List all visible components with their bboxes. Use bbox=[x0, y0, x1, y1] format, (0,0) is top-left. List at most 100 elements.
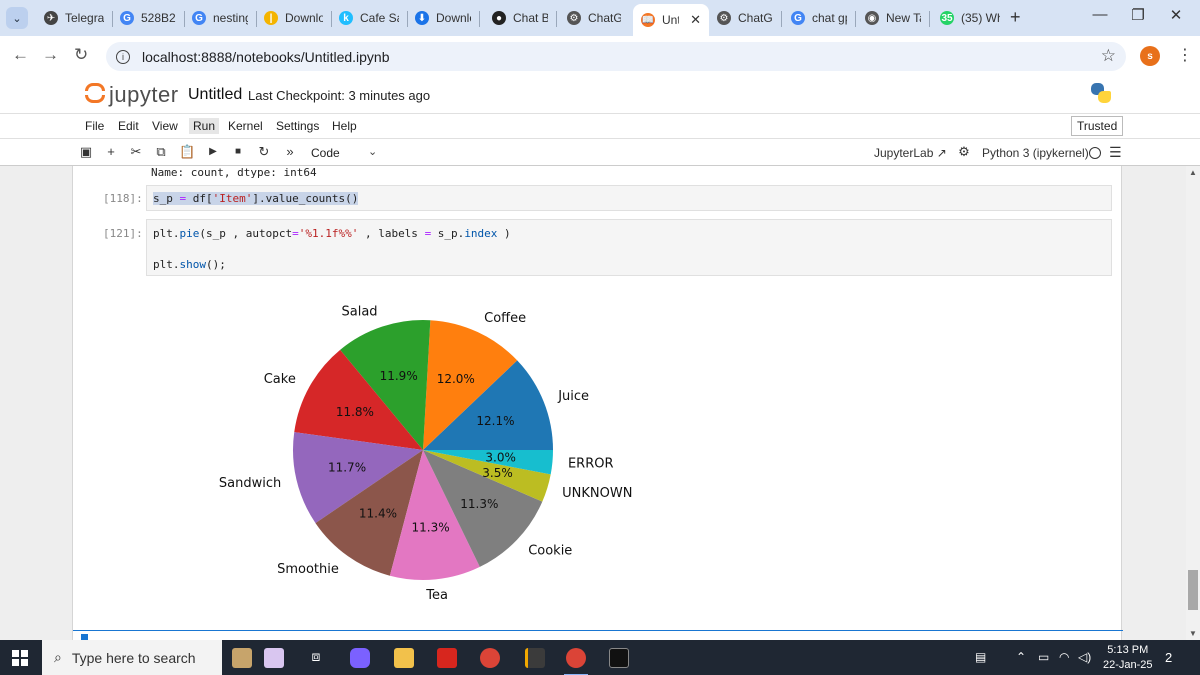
menu-kernel[interactable]: Kernel bbox=[224, 118, 267, 134]
menu-settings[interactable]: Settings bbox=[272, 118, 323, 134]
browser-tab[interactable]: ⚙ ChatGPT bbox=[559, 4, 629, 32]
insert-cell-plus-icon[interactable]: + bbox=[103, 144, 119, 159]
browser-tab[interactable]: | Downloads bbox=[256, 4, 331, 32]
jupyter-brand[interactable]: jupyter bbox=[109, 82, 179, 108]
copy-icon[interactable]: ⧉ bbox=[153, 144, 169, 160]
jupyter-logo-icon[interactable] bbox=[84, 80, 106, 106]
browser-tab[interactable]: G 528B23 bbox=[112, 4, 184, 32]
restore-icon[interactable]: ❐ bbox=[1128, 6, 1148, 24]
bookmark-star-icon[interactable]: ☆ bbox=[1101, 46, 1116, 66]
notification-count: 2 bbox=[1165, 650, 1173, 665]
save-icon[interactable]: ▣ bbox=[78, 144, 94, 160]
notification-icon[interactable]: 2 bbox=[1165, 650, 1172, 665]
new-tab-plus-icon[interactable]: + bbox=[1010, 7, 1021, 28]
fast-forward-icon[interactable]: » bbox=[282, 144, 298, 159]
scrollbar-thumb[interactable] bbox=[1188, 570, 1198, 610]
paste-clipboard-icon[interactable]: 📋 bbox=[179, 144, 195, 160]
tab-title: Chat Bot bbox=[513, 11, 548, 25]
app-icon[interactable] bbox=[525, 648, 545, 668]
browser-tab[interactable]: ⚙ ChatGPT bbox=[709, 4, 781, 32]
forward-arrow-icon[interactable]: → bbox=[42, 45, 59, 65]
chrome-profile-icon[interactable] bbox=[564, 648, 588, 675]
minimize-icon[interactable]: — bbox=[1090, 6, 1110, 23]
news-icon[interactable]: ▤ bbox=[975, 650, 986, 664]
code-line[interactable]: plt.pie(s_p , autopct='%1.1f%%' , labels… bbox=[153, 227, 511, 240]
scroll-down-arrow-icon[interactable]: ▼ bbox=[1189, 629, 1197, 638]
omnibox[interactable]: i localhost:8888/notebooks/Untitled.ipyn… bbox=[106, 42, 1126, 71]
back-arrow-icon[interactable]: ← bbox=[12, 45, 29, 65]
stop-square-icon[interactable]: ■ bbox=[230, 146, 246, 157]
menu-run[interactable]: Run bbox=[189, 118, 220, 134]
vertical-scrollbar[interactable]: ▲ ▼ bbox=[1186, 166, 1200, 640]
browser-tab[interactable]: 📖 Untitled ✕ bbox=[633, 4, 709, 36]
browser-tab[interactable]: ● Chat Bot bbox=[484, 4, 556, 32]
browser-tab[interactable]: k Cafe Sales bbox=[331, 4, 407, 32]
widgets-icon[interactable] bbox=[232, 648, 252, 668]
chevron-down-icon[interactable]: ⌄ bbox=[368, 145, 377, 158]
clock-time: 5:13 PM bbox=[1107, 644, 1149, 656]
code-token: '%1.1f%%' bbox=[298, 227, 359, 240]
close-window-icon[interactable]: ✕ bbox=[1166, 6, 1186, 24]
browser-tab[interactable]: ⬇ Downloads bbox=[407, 4, 479, 32]
kaggle-icon: k bbox=[339, 11, 353, 25]
code-line[interactable]: s_p = df['Item'].value_counts() bbox=[153, 192, 359, 205]
scroll-up-arrow-icon[interactable]: ▲ bbox=[1189, 168, 1197, 177]
cut-scissors-icon[interactable]: ✂ bbox=[128, 144, 144, 160]
tab-search-chevron-icon[interactable]: ⌄ bbox=[6, 7, 28, 29]
task-view-icon[interactable]: ⧈ bbox=[306, 648, 326, 668]
google-icon: G bbox=[120, 11, 134, 25]
jupyterlab-link[interactable]: JupyterLab ↗ bbox=[874, 146, 947, 160]
browser-tab[interactable]: Gnesting bbox=[184, 4, 256, 32]
url-text[interactable]: localhost:8888/notebooks/Untitled.ipynb bbox=[142, 49, 390, 65]
next-empty-cell[interactable] bbox=[73, 630, 1123, 640]
jupyterlab-link-label[interactable]: JupyterLab bbox=[874, 146, 933, 160]
tray-chevron-up-icon[interactable]: ⌃ bbox=[1016, 650, 1026, 664]
settings-gear-icon[interactable]: ⚙ bbox=[956, 144, 972, 160]
reload-icon[interactable]: ↻ bbox=[74, 45, 88, 65]
browser-tab[interactable]: ✈ Telegram bbox=[36, 4, 112, 32]
tab-title: Downloads bbox=[436, 11, 471, 25]
profile-avatar[interactable]: s bbox=[1140, 46, 1160, 66]
volume-icon[interactable]: ◁) bbox=[1078, 650, 1091, 664]
code-cell-118[interactable]: s_p = df['Item'].value_counts() bbox=[146, 185, 1112, 211]
taskbar-clock[interactable]: 5:13 PM 22-Jan-25 bbox=[1103, 643, 1153, 673]
hamburger-menu-icon[interactable]: ☰ bbox=[1109, 144, 1122, 161]
menu-help[interactable]: Help bbox=[328, 118, 361, 134]
terminal-icon[interactable] bbox=[609, 648, 629, 668]
wifi-icon[interactable]: ◠ bbox=[1059, 650, 1069, 664]
pie-pct-label: 12.0% bbox=[437, 372, 475, 386]
site-info-icon[interactable]: i bbox=[116, 49, 130, 64]
menu-file[interactable]: File bbox=[81, 118, 108, 134]
close-tab-icon[interactable]: ✕ bbox=[690, 12, 701, 28]
pie-category-label: Sandwich bbox=[219, 476, 281, 491]
run-play-icon[interactable]: ▶ bbox=[205, 146, 221, 157]
copilot-icon[interactable] bbox=[350, 648, 370, 668]
acrobat-icon[interactable] bbox=[437, 648, 457, 668]
cell-type-select[interactable]: Code bbox=[311, 146, 340, 160]
taskbar-search-text[interactable]: Type here to search bbox=[72, 650, 196, 666]
notebook-title[interactable]: Untitled bbox=[188, 86, 242, 104]
windows-start-icon[interactable] bbox=[12, 650, 28, 666]
battery-icon[interactable]: ▭ bbox=[1038, 650, 1049, 664]
code-cell-121[interactable]: plt.pie(s_p , autopct='%1.1f%%' , labels… bbox=[146, 219, 1112, 276]
trusted-badge[interactable]: Trusted bbox=[1071, 116, 1124, 136]
file-explorer-icon[interactable] bbox=[394, 648, 414, 668]
photos-icon[interactable] bbox=[264, 648, 284, 668]
tab-title: 528B23 bbox=[141, 11, 176, 25]
tab-title: (35) WhatsApp bbox=[961, 11, 1000, 25]
browser-tab[interactable]: Gchat gpt bbox=[783, 4, 855, 32]
code-line[interactable]: plt.show(); bbox=[153, 258, 226, 271]
browser-tab[interactable]: ◉ New Tab bbox=[857, 4, 929, 32]
browser-menu-icon[interactable]: ⋮ bbox=[1177, 45, 1193, 65]
taskbar-search[interactable]: ⌕ Type here to search bbox=[42, 640, 222, 675]
kernel-name[interactable]: Python 3 (ipykernel) bbox=[982, 146, 1089, 160]
code-token: df bbox=[192, 192, 206, 205]
cell-prompt: [121]: bbox=[103, 227, 143, 240]
chrome-app-icon[interactable] bbox=[480, 648, 500, 668]
restart-kernel-icon[interactable]: ↻ bbox=[256, 144, 272, 160]
menu-view[interactable]: View bbox=[148, 118, 182, 134]
menu-edit[interactable]: Edit bbox=[114, 118, 143, 134]
browser-tab-strip: ⌄ ✈ Telegram G 528B23 Gnesting | Downloads k Caf… bbox=[0, 0, 1200, 36]
pie-pct-label: 11.3% bbox=[460, 497, 498, 511]
browser-tab[interactable]: 35 (35) WhatsApp bbox=[932, 4, 1008, 32]
